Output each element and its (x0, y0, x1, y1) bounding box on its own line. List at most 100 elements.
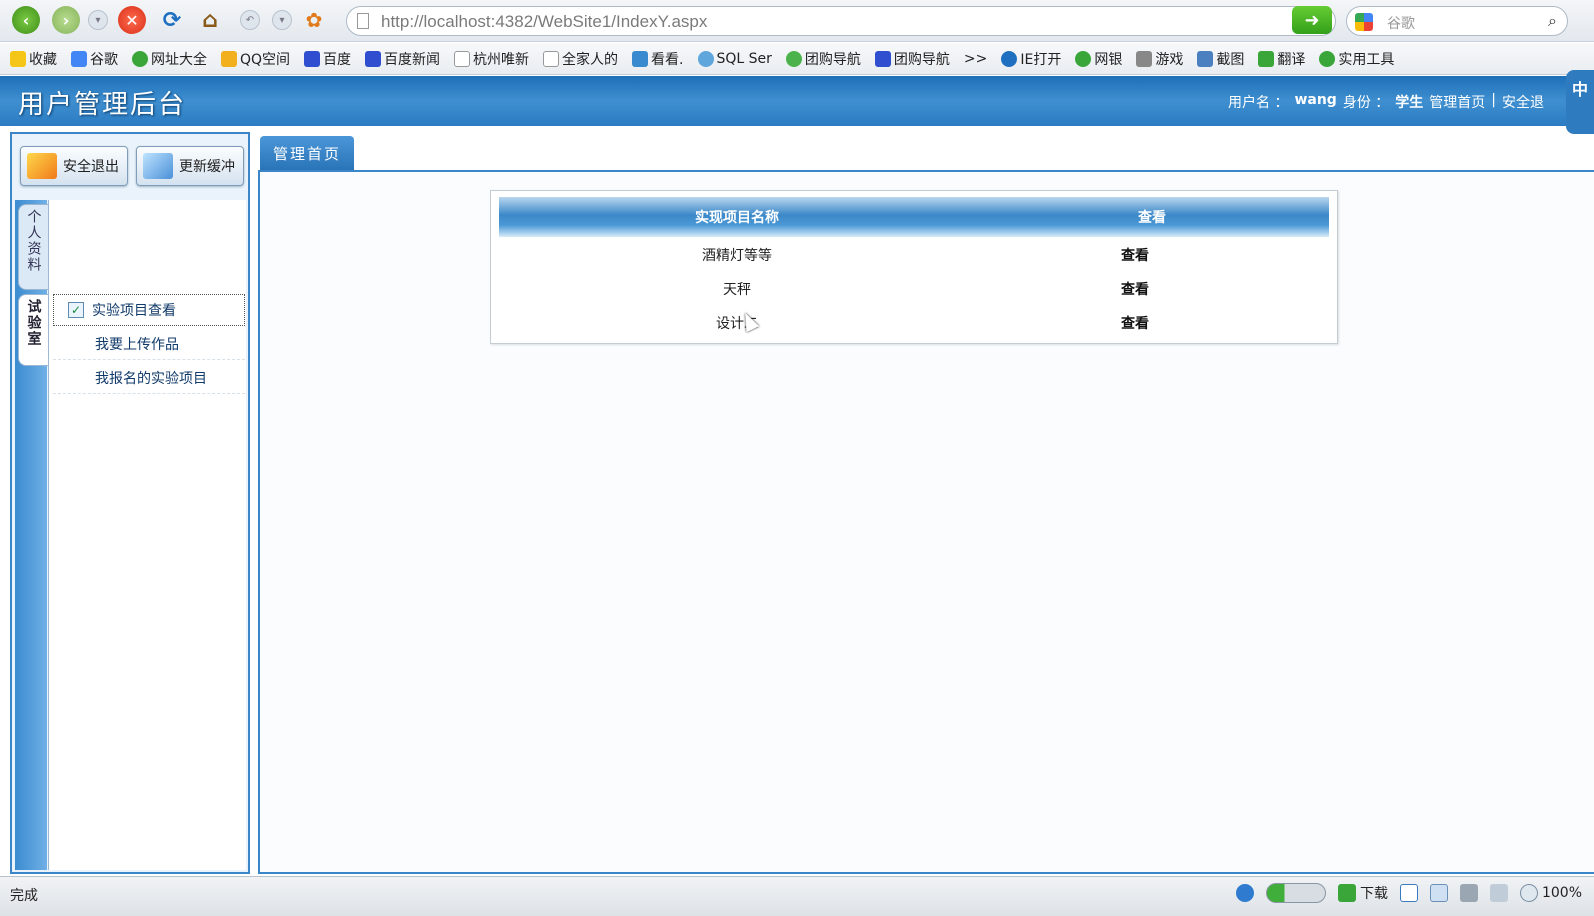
table-row: 天秤 查看 (499, 271, 1329, 305)
download-icon (1337, 884, 1356, 902)
more-favorites-icon[interactable]: >> (964, 51, 987, 67)
favorite-item[interactable]: 看看. (632, 49, 684, 69)
main-content: 管理首页 实现项目名称 查看 酒精灯等等 查看 天秤 查看 设计二 查看 (258, 132, 1594, 874)
paw-icon[interactable]: ✿ (300, 6, 328, 34)
google-icon (71, 50, 87, 67)
plus-icon (132, 50, 148, 67)
favorite-item[interactable]: 网银 (1075, 49, 1122, 69)
ime-indicator[interactable]: 中 (1566, 70, 1594, 134)
favorite-item[interactable]: 实用工具 (1319, 49, 1394, 69)
view-link[interactable]: 查看 (915, 245, 1355, 265)
refresh-cache-button[interactable]: 更新缓冲 (136, 146, 244, 186)
project-table: 实现项目名称 查看 酒精灯等等 查看 天秤 查看 设计二 查看 (490, 190, 1338, 344)
check-icon: ✓ (68, 302, 84, 318)
pencil-icon (27, 153, 57, 179)
baidu-paw-icon (304, 50, 321, 67)
phone-icon[interactable] (1429, 884, 1448, 902)
table-row: 酒精灯等等 查看 (499, 237, 1329, 271)
forward-icon[interactable]: › (52, 6, 80, 34)
group-buy-icon (785, 50, 802, 67)
project-name: 设计二 (716, 316, 758, 332)
search-placeholder[interactable]: 谷歌 (1387, 13, 1415, 33)
favorite-item[interactable]: 翻译 (1258, 49, 1305, 69)
page-icon (454, 50, 471, 67)
main-panel: 实现项目名称 查看 酒精灯等等 查看 天秤 查看 设计二 查看 (258, 170, 1594, 874)
view-link[interactable]: 查看 (915, 279, 1355, 299)
speaker-icon[interactable] (1489, 884, 1508, 902)
bank-icon (1075, 50, 1092, 67)
menu-item-label: 我要上传作品 (95, 336, 179, 353)
favorite-item[interactable]: 谷歌 (71, 49, 118, 69)
zoom-icon (1519, 884, 1538, 902)
column-header-view: 查看 (1138, 210, 1166, 226)
menu-item-experiment-view[interactable]: ✓ 实验项目查看 (53, 294, 245, 326)
kankan-icon (632, 50, 649, 67)
logout-button[interactable]: 安全退出 (20, 146, 128, 186)
back-icon[interactable]: ‹ (12, 6, 40, 34)
app-header: 用户管理后台 用户名 ： wang 身份 ： 学生 管理首页 | 安全退 (0, 76, 1594, 126)
view-link[interactable]: 查看 (915, 313, 1355, 333)
tab-admin-home[interactable]: 管理首页 (260, 136, 354, 170)
toggle-icon[interactable] (1265, 883, 1326, 903)
role-label: 身份 ： (1342, 95, 1390, 111)
stop-icon[interactable]: ✕ (118, 6, 146, 34)
search-box[interactable]: 谷歌 ⌕ (1346, 6, 1568, 36)
table-row: 设计二 查看 (499, 305, 1329, 339)
favorite-item[interactable]: SQL Ser (697, 50, 772, 67)
menu-item-my-registrations[interactable]: 我报名的实验项目 (53, 362, 245, 394)
project-name: 酒精灯等等 (702, 248, 772, 264)
tab-lab[interactable]: 试验室 (18, 294, 48, 366)
menu-item-upload-work[interactable]: 我要上传作品 (53, 328, 245, 360)
star-icon (221, 50, 237, 67)
window-icon[interactable] (1399, 884, 1418, 902)
home-icon[interactable]: ⌂ (196, 6, 224, 34)
tools-icon (1319, 50, 1336, 67)
screenshot-icon (1197, 50, 1214, 67)
favorite-item[interactable]: 全家人的 (543, 49, 618, 69)
baidu-paw-icon (874, 50, 891, 67)
menu-item-label: 我报名的实验项目 (95, 370, 207, 387)
status-tray: 下载 100% (1235, 883, 1582, 903)
username-label: 用户名 ： (1228, 95, 1289, 111)
gamepad-icon (1136, 50, 1153, 67)
go-button[interactable]: ➜ (1292, 6, 1332, 34)
google-icon (1355, 13, 1373, 31)
home-link[interactable]: 管理首页 (1429, 92, 1485, 112)
refresh-cache-button-label: 更新缓冲 (179, 159, 235, 175)
download-label: 下载 (1359, 886, 1388, 902)
favorite-item[interactable]: 团购导航 (785, 49, 861, 69)
table-header: 实现项目名称 查看 (499, 197, 1329, 237)
refresh-image-icon (143, 153, 173, 179)
menu-item-label: 实验项目查看 (92, 303, 176, 319)
keyboard-icon[interactable] (1459, 884, 1478, 902)
zoom-control[interactable]: 100% (1519, 884, 1582, 902)
url-text[interactable]: http://localhost:4382/WebSite1/IndexY.as… (381, 12, 707, 32)
download-button[interactable]: 下载 (1337, 883, 1388, 903)
history-dropdown-icon[interactable]: ▾ (88, 10, 108, 30)
favorite-item[interactable]: 收藏 (10, 49, 57, 69)
favorite-item[interactable]: IE打开 (1001, 49, 1061, 69)
favorite-item[interactable]: QQ空间 (221, 49, 290, 69)
zoom-level: 100% (1541, 885, 1582, 901)
separator: | (1491, 92, 1496, 108)
restore-icon[interactable]: ↶ (240, 10, 260, 30)
status-text: 完成 (10, 888, 38, 904)
ie-icon (1001, 50, 1018, 67)
tools-dropdown-icon[interactable]: ▾ (272, 10, 292, 30)
tab-profile-label: 个人资料 (25, 209, 42, 273)
tab-profile[interactable]: 个人资料 (18, 204, 48, 290)
favorite-item[interactable]: 游戏 (1136, 49, 1183, 69)
column-header-name: 实现项目名称 (695, 210, 779, 226)
favorite-item[interactable]: 团购导航 (874, 49, 950, 69)
favorite-item[interactable]: 网址大全 (132, 49, 207, 69)
favorite-item[interactable]: 截图 (1197, 49, 1244, 69)
status-bar: 完成 下载 100% (0, 876, 1594, 916)
favorite-item[interactable]: 百度新闻 (365, 49, 440, 69)
favorite-item[interactable]: 杭州唯新 (454, 49, 529, 69)
globe-icon[interactable] (1235, 884, 1254, 902)
address-bar[interactable]: http://localhost:4382/WebSite1/IndexY.as… (346, 6, 1336, 36)
refresh-icon[interactable]: ⟳ (158, 6, 186, 34)
search-icon[interactable]: ⌕ (1548, 11, 1557, 31)
favorite-item[interactable]: 百度 (304, 49, 351, 69)
logout-link[interactable]: 安全退 (1502, 92, 1544, 112)
